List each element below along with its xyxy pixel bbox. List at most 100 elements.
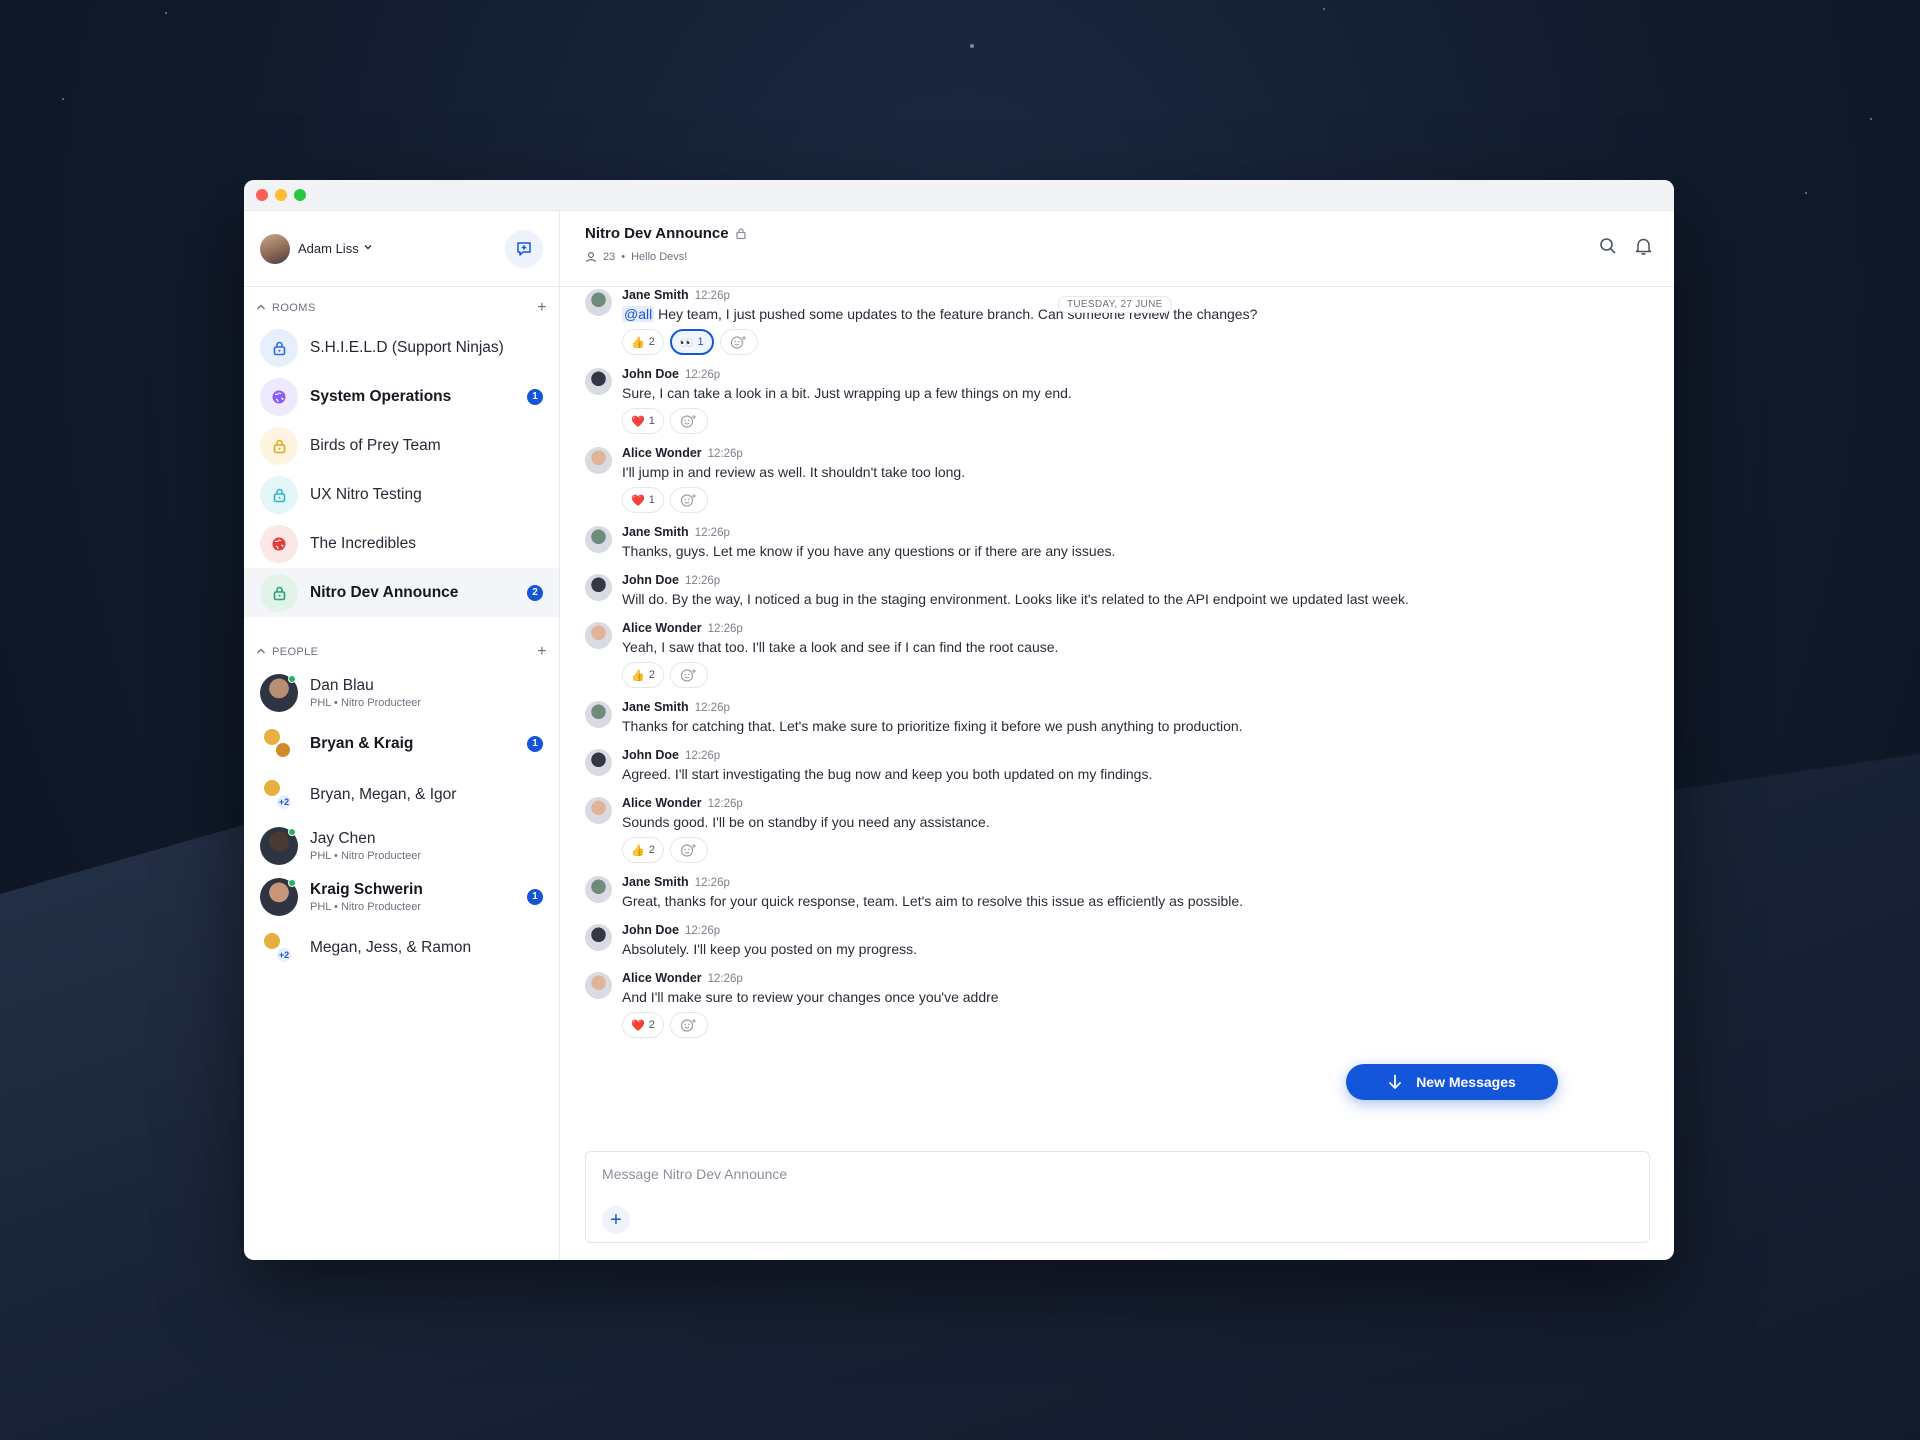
new-messages-button[interactable]: New Messages bbox=[1346, 1064, 1558, 1100]
reaction-pill[interactable]: ❤️ 1 bbox=[622, 487, 664, 513]
person-info: Jay Chen PHL • Nitro Producteer bbox=[310, 830, 421, 862]
add-reaction-button[interactable] bbox=[669, 837, 708, 863]
sidebar-room-system-operations[interactable]: System Operations 1 bbox=[244, 372, 559, 421]
message-text: I'll jump in and review as well. It shou… bbox=[622, 464, 965, 480]
message-content: Absolutely. I'll keep you posted on my p… bbox=[622, 941, 918, 957]
message-composer[interactable]: Message Nitro Dev Announce + bbox=[585, 1151, 1650, 1243]
message-author[interactable]: John Doe bbox=[622, 573, 679, 587]
sidebar-person-bryan-megan-igor[interactable]: +2 Bryan, Megan, & Igor bbox=[244, 769, 559, 820]
message-avatar[interactable] bbox=[585, 972, 612, 999]
message-avatar[interactable] bbox=[585, 622, 612, 649]
reaction-pill[interactable]: 👍 2 bbox=[622, 837, 664, 863]
chevron-down-icon[interactable] bbox=[363, 242, 373, 255]
rooms-section-header[interactable]: ROOMS + bbox=[244, 293, 559, 323]
search-icon[interactable] bbox=[1599, 237, 1617, 255]
rooms-label: ROOMS bbox=[272, 302, 316, 314]
user-avatar[interactable] bbox=[260, 233, 290, 264]
add-reaction-button[interactable] bbox=[669, 1012, 708, 1038]
add-room-icon[interactable]: + bbox=[537, 299, 547, 317]
lock-icon bbox=[260, 573, 298, 612]
message-author[interactable]: Alice Wonder bbox=[622, 621, 702, 635]
lock-icon bbox=[735, 228, 746, 240]
message-author[interactable]: Alice Wonder bbox=[622, 446, 702, 460]
message-time: 12:26p bbox=[684, 925, 721, 937]
sidebar-person-dan-blau[interactable]: Dan Blau PHL • Nitro Producteer bbox=[244, 667, 559, 718]
sidebar-room-s-h-i-e-l-d-support-ninjas[interactable]: S.H.I.E.L.D (Support Ninjas) bbox=[244, 323, 559, 372]
bell-icon[interactable] bbox=[1635, 237, 1652, 255]
chevron-up-icon[interactable] bbox=[256, 303, 266, 314]
minimize-window-button[interactable] bbox=[275, 189, 287, 201]
close-window-button[interactable] bbox=[256, 189, 268, 201]
message-list[interactable]: TUESDAY, 27 JUNE Jane Smith 12:26p @all He… bbox=[560, 288, 1674, 1142]
add-reaction-button[interactable] bbox=[669, 487, 708, 513]
message-text: Sure, I can take a look in a bit. Just w… bbox=[622, 385, 1072, 401]
message-input[interactable]: Message Nitro Dev Announce bbox=[602, 1166, 787, 1182]
reaction-emoji: 👍 bbox=[631, 669, 645, 682]
sidebar-person-megan-jess-ramon[interactable]: +2 Megan, Jess, & Ramon bbox=[244, 922, 559, 973]
message-author[interactable]: Jane Smith bbox=[622, 288, 689, 302]
message-author[interactable]: John Doe bbox=[622, 923, 679, 937]
star bbox=[1323, 8, 1325, 10]
room-label: UX Nitro Testing bbox=[310, 485, 422, 503]
add-reaction-button[interactable] bbox=[669, 662, 708, 688]
message-avatar[interactable] bbox=[585, 876, 612, 903]
add-person-icon[interactable]: + bbox=[537, 643, 547, 661]
message-avatar[interactable] bbox=[585, 574, 612, 601]
sidebar-room-the-incredibles[interactable]: The Incredibles bbox=[244, 519, 559, 568]
reaction-pill[interactable]: 👍 2 bbox=[622, 329, 664, 355]
sidebar-person-bryan-kraig[interactable]: Bryan & Kraig 1 bbox=[244, 718, 559, 769]
message-content: Sure, I can take a look in a bit. Just w… bbox=[622, 385, 1072, 401]
message-author[interactable]: John Doe bbox=[622, 367, 679, 381]
message-author[interactable]: John Doe bbox=[622, 748, 679, 762]
sidebar-person-kraig-schwerin[interactable]: Kraig Schwerin PHL • Nitro Producteer 1 bbox=[244, 871, 559, 922]
sidebar-person-jay-chen[interactable]: Jay Chen PHL • Nitro Producteer bbox=[244, 820, 559, 871]
message-avatar[interactable] bbox=[585, 924, 612, 951]
people-section-header[interactable]: PEOPLE + bbox=[244, 637, 559, 667]
members-icon[interactable] bbox=[585, 251, 597, 263]
message-avatar[interactable] bbox=[585, 797, 612, 824]
group-avatar-b bbox=[274, 740, 292, 759]
reaction-pill[interactable]: 👀 1 bbox=[669, 329, 714, 355]
message-avatar[interactable] bbox=[585, 368, 612, 395]
message-author[interactable]: Alice Wonder bbox=[622, 971, 702, 985]
reaction-emoji: ❤️ bbox=[631, 415, 645, 428]
titlebar bbox=[244, 180, 1674, 211]
group-avatar[interactable]: +2 bbox=[260, 929, 298, 967]
message-header: Alice Wonder 12:26p bbox=[622, 971, 999, 985]
add-reaction-button[interactable] bbox=[669, 408, 708, 434]
message-avatar[interactable] bbox=[585, 701, 612, 728]
message: Alice Wonder 12:26p Yeah, I saw that too. … bbox=[585, 621, 1674, 688]
sidebar-room-ux-nitro-testing[interactable]: UX Nitro Testing bbox=[244, 470, 559, 519]
member-count[interactable]: 23 bbox=[603, 251, 615, 263]
message-avatar[interactable] bbox=[585, 526, 612, 553]
sidebar-room-nitro-dev-announce[interactable]: Nitro Dev Announce 2 bbox=[244, 568, 559, 617]
reaction-pill[interactable]: 👍 2 bbox=[622, 662, 664, 688]
message-author[interactable]: Jane Smith bbox=[622, 875, 689, 889]
message-content: Agreed. I'll start investigating the bug… bbox=[622, 766, 1153, 782]
message-body: John Doe 12:26p Will do. By the way, I not… bbox=[622, 573, 1409, 607]
reaction-pill[interactable]: ❤️ 1 bbox=[622, 408, 664, 434]
message-avatar[interactable] bbox=[585, 289, 612, 316]
message-avatar[interactable] bbox=[585, 749, 612, 776]
message-author[interactable]: Jane Smith bbox=[622, 525, 689, 539]
chevron-up-icon[interactable] bbox=[256, 647, 266, 658]
star bbox=[165, 12, 167, 14]
message-header: John Doe 12:26p bbox=[622, 367, 1072, 381]
message-avatar[interactable] bbox=[585, 447, 612, 474]
add-reaction-icon bbox=[680, 669, 696, 682]
sidebar-room-birds-of-prey-team[interactable]: Birds of Prey Team bbox=[244, 421, 559, 470]
mention[interactable]: @all bbox=[622, 306, 655, 322]
user-name[interactable]: Adam Liss bbox=[298, 241, 359, 256]
group-avatar[interactable]: +2 bbox=[260, 776, 298, 814]
message-text: Thanks for catching that. Let's make sur… bbox=[622, 718, 1243, 734]
add-attachment-button[interactable]: + bbox=[602, 1206, 630, 1234]
add-reaction-button[interactable] bbox=[719, 329, 758, 355]
group-avatar[interactable] bbox=[260, 725, 298, 763]
message-author[interactable]: Alice Wonder bbox=[622, 796, 702, 810]
reaction-pill[interactable]: ❤️ 2 bbox=[622, 1012, 664, 1038]
user-row: Adam Liss bbox=[244, 211, 559, 287]
new-message-button[interactable] bbox=[505, 229, 543, 268]
zoom-window-button[interactable] bbox=[294, 189, 306, 201]
message-author[interactable]: Jane Smith bbox=[622, 700, 689, 714]
person-name: Jay Chen bbox=[310, 829, 376, 847]
